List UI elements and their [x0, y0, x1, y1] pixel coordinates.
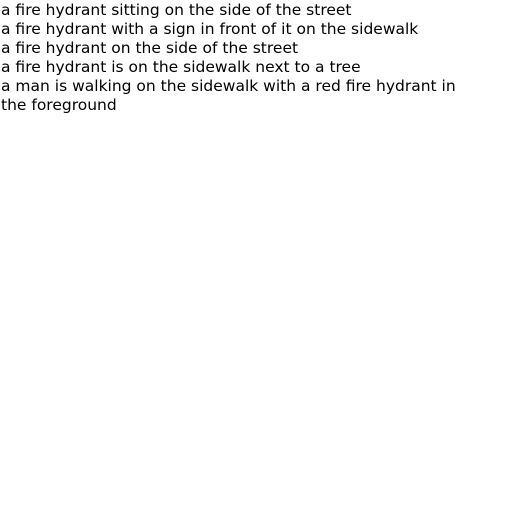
caption-line: a fire hydrant sitting on the side of th…: [1, 1, 352, 19]
caption-line: a fire hydrant is on the sidewalk next t…: [1, 58, 361, 76]
caption-line: a man is walking on the sidewalk with a …: [1, 77, 456, 114]
caption-line: a fire hydrant with a sign in front of i…: [1, 20, 419, 38]
caption-line: a fire hydrant on the side of the street: [1, 39, 299, 57]
caption-list: a fire hydrant sitting on the side of th…: [1, 1, 481, 115]
